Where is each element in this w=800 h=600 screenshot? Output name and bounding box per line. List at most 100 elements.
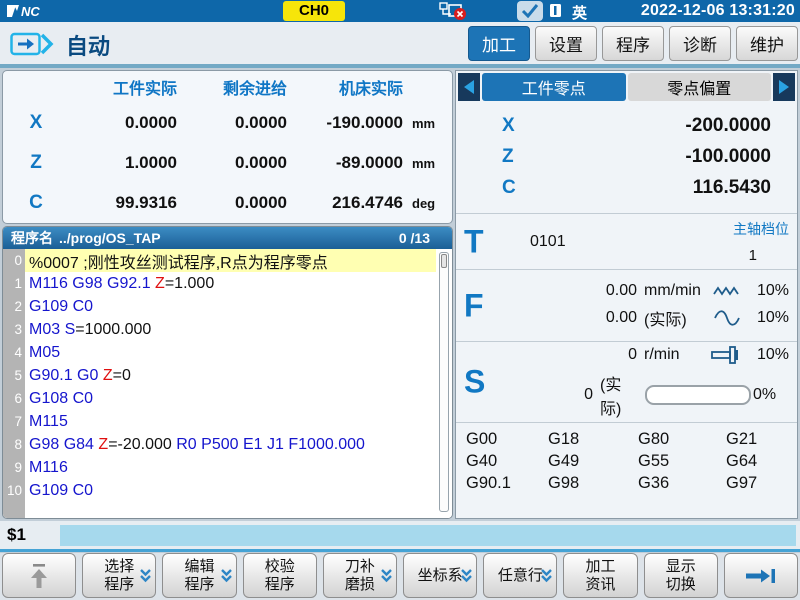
tab-program[interactable]: 程序 [602,26,664,61]
program-line[interactable]: 3M03 S=1000.000 [3,318,452,341]
spindle-section: S 0 r/min 10% 0 (实际) [456,341,797,422]
chevron-down-icon [139,568,152,583]
feed-programmed: 0.00 [606,282,637,300]
softkey-label: 加工资讯 [586,558,616,594]
usb-icon [549,3,563,23]
softkey-label: 刀补磨损 [345,558,375,594]
program-panel: 程序名 ../prog/OS_TAP 0 /13 0%0007 ;刚性攻丝测试程… [2,226,453,519]
softkey-separator [0,549,800,552]
program-line[interactable]: 8G98 G84 Z=-20.000 R0 P500 E1 J1 F1000.0… [3,433,452,456]
gcode-cell: G49 [548,452,638,471]
spindle-unit: r/min [637,346,703,364]
softkey-tool-comp-wear[interactable]: 刀补磨损 [323,553,397,598]
line-number: 2 [3,299,25,314]
line-content: M05 [25,341,436,364]
softkey-bar: 选择程序编辑程序校验程序 刀补磨损坐标系 任意行 加工资讯 显示切换 [0,553,800,600]
zero-row: Z-100.0000 [456,141,797,172]
chevron-down-icon [220,568,233,583]
tab-settings[interactable]: 设置 [535,26,597,61]
feed-override-icon [703,310,751,326]
spindle-load-value: 0% [751,386,789,404]
tab-machining[interactable]: 加工 [468,26,530,61]
axis-label-c: C [3,192,69,214]
program-line[interactable]: 4M05 [3,341,452,364]
tab-next-icon [778,79,790,95]
axis-machine: -190.0000 [291,113,407,133]
chevron-down-icon [460,568,473,583]
softkey-label: 显示切换 [666,558,696,594]
spindle-gear-label: 主轴档位 [733,219,789,239]
tab-next-button[interactable] [773,73,795,101]
softkey-display-switch[interactable]: 显示切换 [644,553,718,598]
program-line[interactable]: 2G109 C0 [3,295,452,318]
tab-maintenance[interactable]: 维护 [736,26,798,61]
gcode-cell: G00 [466,430,548,449]
rapid-override-icon [703,284,751,298]
tool-number: 0101 [530,233,566,251]
program-line[interactable]: 5G90.1 G0 Z=0 [3,364,452,387]
next-page-icon [744,567,778,585]
line-number: 8 [3,437,25,452]
feed-unit: mm/min [637,282,703,300]
language-indicator[interactable]: 英 [572,2,587,23]
line-content: G90.1 G0 Z=0 [25,364,436,387]
softkey-next-page[interactable] [724,553,798,598]
axis-label-z: Z [3,152,69,174]
line-number: 4 [3,345,25,360]
tab-diagnosis[interactable]: 诊断 [669,26,731,61]
tab-prev-icon [463,79,475,95]
softkey-label: 校验程序 [265,558,295,594]
command-input[interactable] [60,525,796,546]
scrollbar-thumb[interactable] [441,254,447,268]
line-content: G108 C0 [25,387,436,410]
line-content: G98 G84 Z=-20.000 R0 P500 E1 J1 F1000.00… [25,433,436,456]
tab-zero-offset[interactable]: 零点偏置 [628,73,772,101]
softkey-label: 选择程序 [104,558,134,594]
line-content: G109 C0 [25,295,436,318]
feed-actual-label: (实际) [637,306,703,330]
svg-text:NC: NC [21,4,40,19]
program-line[interactable]: 1M116 G98 G92.1 Z=1.000 [3,272,452,295]
tab-workpiece-zero[interactable]: 工件零点 [482,73,626,101]
gcode-cell: G55 [638,452,726,471]
program-line[interactable]: 9M116 [3,456,452,479]
softkey-menu-up[interactable] [2,553,76,598]
program-scrollbar[interactable] [439,252,449,512]
chevron-down-icon [380,568,393,583]
gcode-cell: G18 [548,430,638,449]
position-table: 工件实际 剩余进给 机床实际 X0.00000.0000-190.0000mmZ… [2,70,453,224]
line-number: 5 [3,368,25,383]
softkey-arbitrary-line[interactable]: 任意行 [483,553,557,598]
tab-prev-button[interactable] [458,73,480,101]
program-line[interactable]: 10G109 C0 [3,479,452,502]
program-line-counter: 0 /13 [399,230,430,246]
axis-actual: 0.0000 [69,113,181,133]
axis-unit: mm [407,116,452,131]
line-content: G109 C0 [25,479,436,502]
program-listing[interactable]: 0%0007 ;刚性攻丝测试程序,R点为程序零点1M116 G98 G92.1 … [3,249,452,518]
axis-remaining: 0.0000 [181,153,291,173]
softkey-verify-program[interactable]: 校验程序 [243,553,317,598]
line-number: 7 [3,414,25,429]
col-header-workpiece-actual: 工件实际 [69,75,181,99]
line-content: M115 [25,410,436,433]
axis-actual: 99.9316 [69,193,181,213]
softkey-coordinate-system[interactable]: 坐标系 [403,553,477,598]
softkey-select-program[interactable]: 选择程序 [82,553,156,598]
program-line[interactable]: 6G108 C0 [3,387,452,410]
channel-badge: CH0 [283,1,345,21]
zero-axis-c: C [502,177,516,199]
axis-machine: -89.0000 [291,153,407,173]
softkey-label: 任意行 [498,567,543,585]
axis-unit: mm [407,156,452,171]
datetime: 2022-12-06 13:31:20 [641,2,795,20]
softkey-edit-program[interactable]: 编辑程序 [162,553,236,598]
program-line[interactable]: 0%0007 ;刚性攻丝测试程序,R点为程序零点 [3,249,452,272]
tool-letter: T [464,223,484,260]
gcode-cell: G90.1 [466,474,548,493]
spindle-load-bar [645,385,751,405]
line-number: 3 [3,322,25,337]
softkey-machining-info[interactable]: 加工资讯 [563,553,637,598]
program-line[interactable]: 7M115 [3,410,452,433]
line-number: 6 [3,391,25,406]
